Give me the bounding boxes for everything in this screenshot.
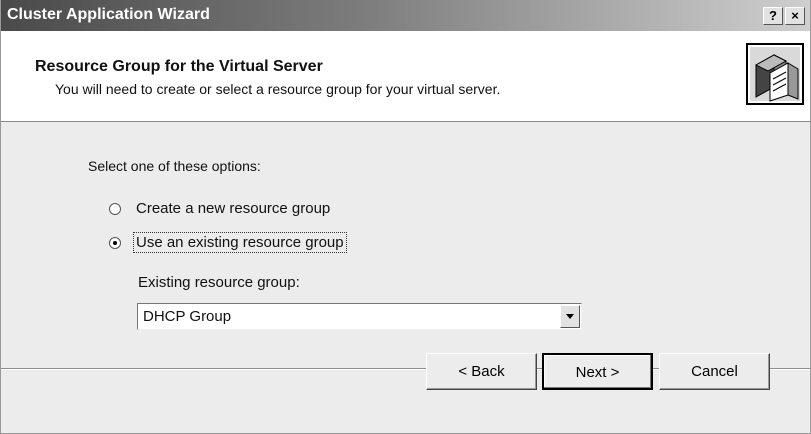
radio-create-new-label[interactable]: Create a new resource group xyxy=(134,199,332,218)
wizard-window: Cluster Application Wizard ? × Resource … xyxy=(0,0,811,434)
use-existing-group-option[interactable]: Use an existing resource group xyxy=(109,232,347,253)
chevron-down-icon xyxy=(566,314,574,319)
close-button[interactable]: × xyxy=(785,7,805,25)
title-bar[interactable]: Cluster Application Wizard ? × xyxy=(1,0,810,31)
options-prompt: Select one of these options: xyxy=(88,158,261,174)
next-button[interactable]: Next > xyxy=(542,353,653,390)
create-new-group-option[interactable]: Create a new resource group xyxy=(109,199,332,218)
window-title: Cluster Application Wizard xyxy=(7,6,210,23)
wizard-header: Resource Group for the Virtual Server Yo… xyxy=(1,31,810,122)
server-cluster-icon xyxy=(746,43,804,105)
radio-use-existing[interactable] xyxy=(109,236,121,249)
back-button[interactable]: < Back xyxy=(426,353,537,390)
existing-group-label: Existing resource group: xyxy=(138,274,300,291)
existing-group-select[interactable]: DHCP Group xyxy=(137,303,582,330)
existing-group-value: DHCP Group xyxy=(143,308,232,325)
cancel-button[interactable]: Cancel xyxy=(659,353,770,390)
help-button[interactable]: ? xyxy=(763,7,783,25)
page-title: Resource Group for the Virtual Server xyxy=(35,58,323,75)
dropdown-button[interactable] xyxy=(560,305,580,328)
radio-create-new[interactable] xyxy=(109,202,121,215)
radio-use-existing-label[interactable]: Use an existing resource group xyxy=(133,232,347,253)
page-subtitle: You will need to create or select a reso… xyxy=(55,81,501,97)
